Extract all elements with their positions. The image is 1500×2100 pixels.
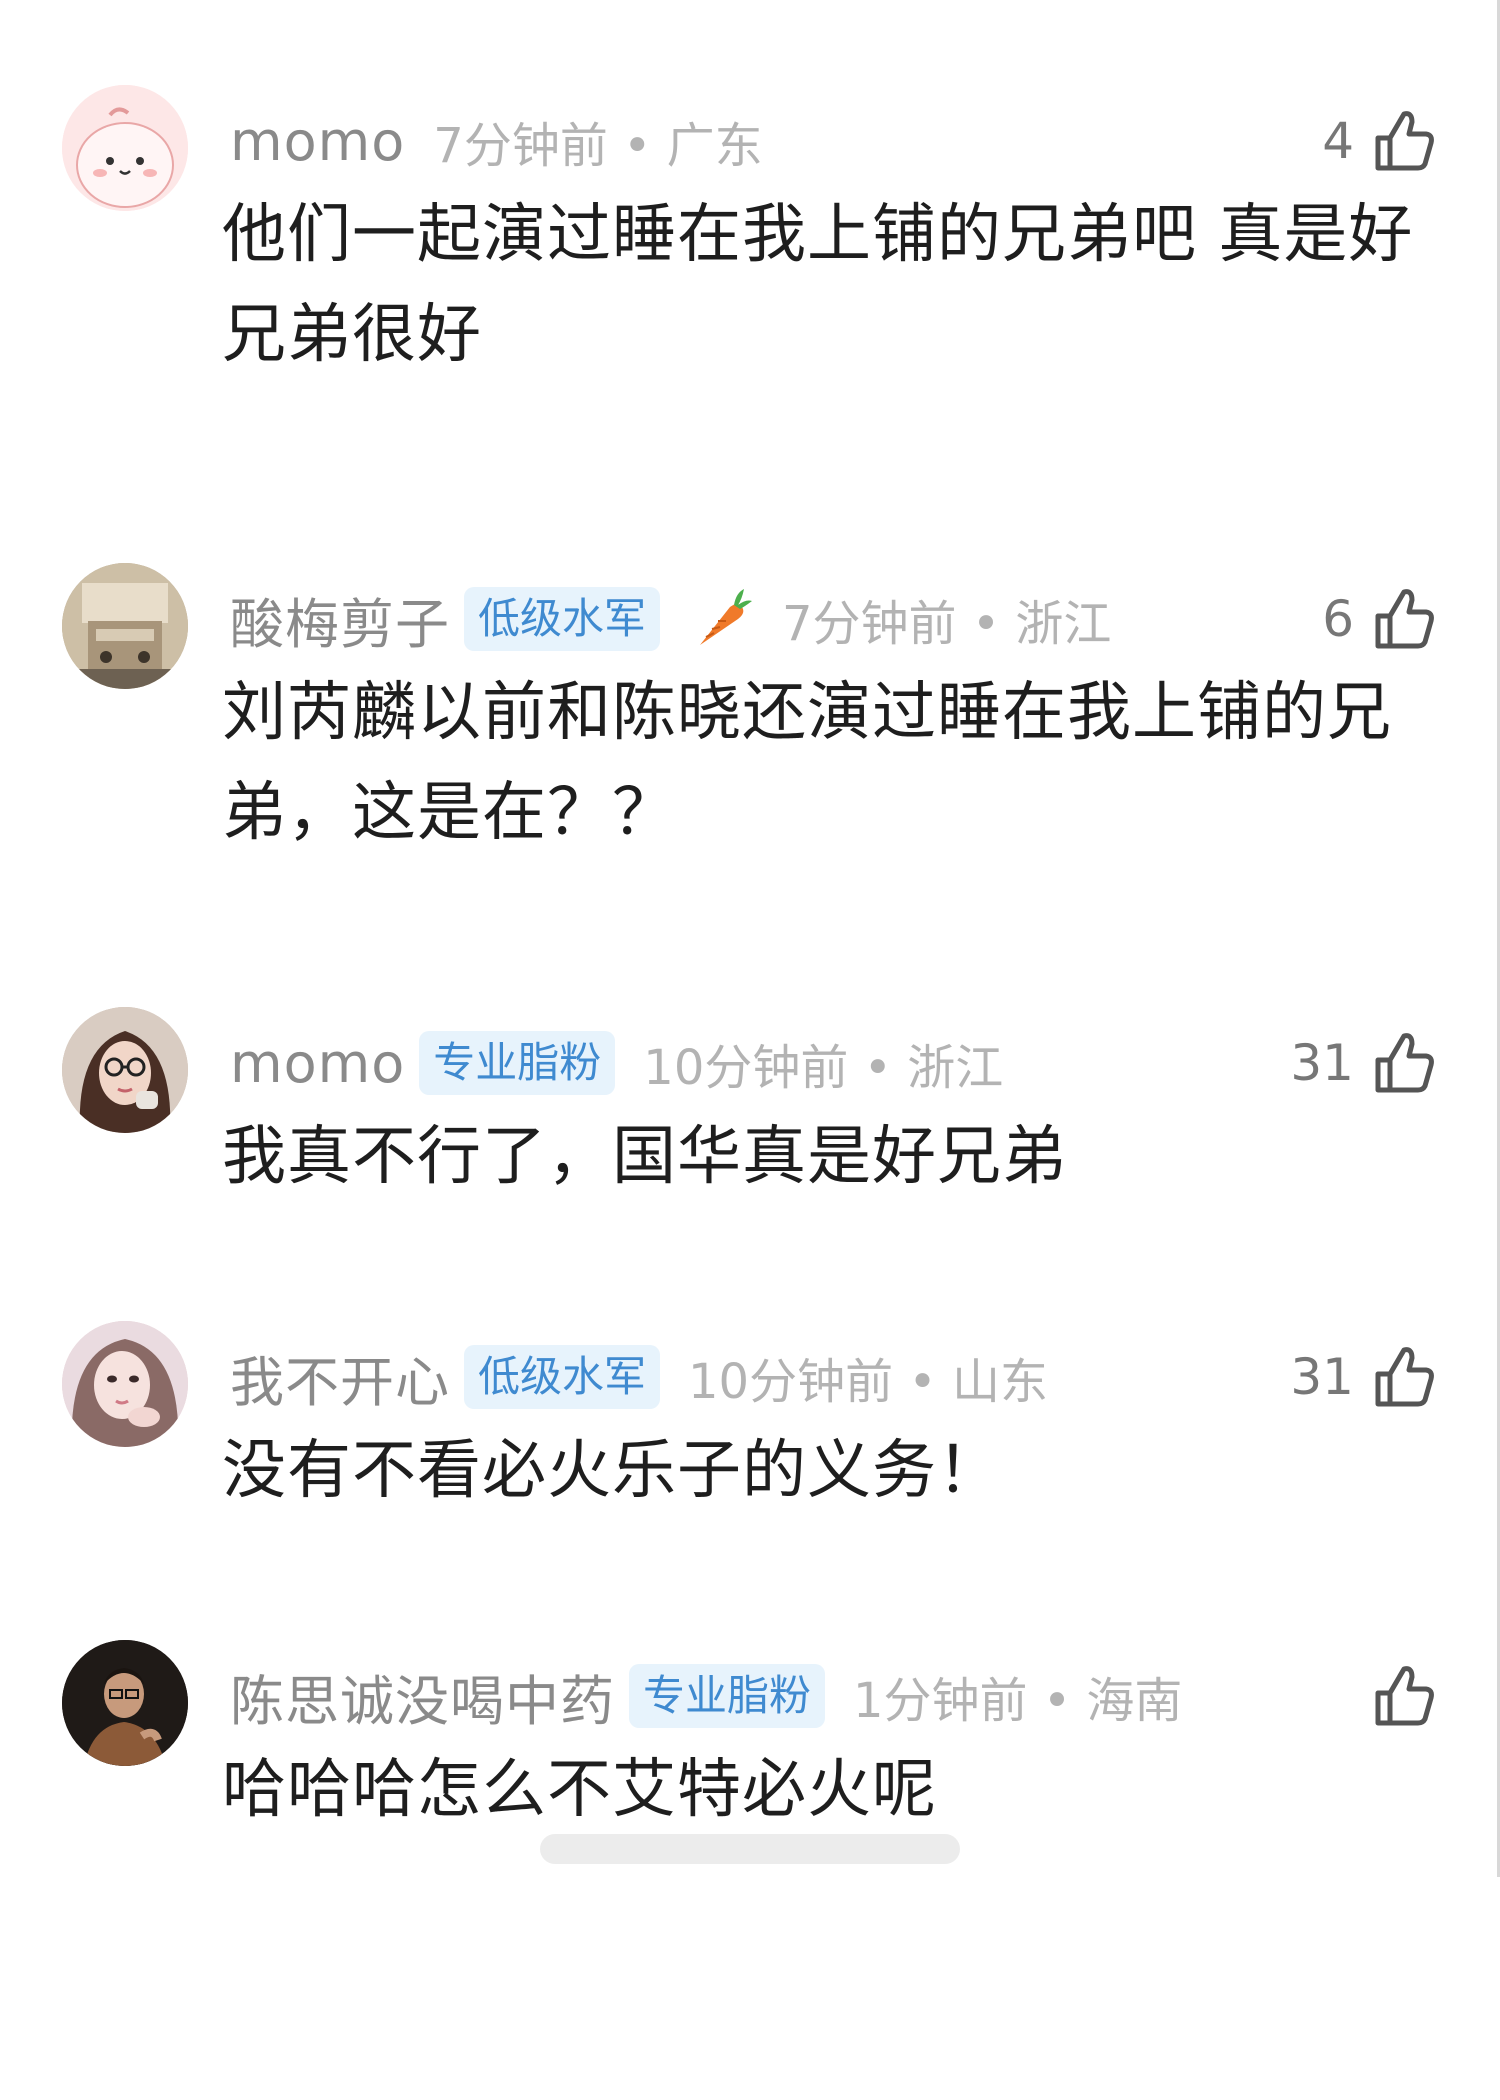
username[interactable]: 陈思诚没喝中药 <box>230 1657 615 1736</box>
thumbs-up-icon[interactable] <box>1368 1661 1438 1731</box>
comment-item: 陈思诚没喝中药 专业脂粉 1分钟前 • 海南 哈哈哈怎么不艾特必火呢 <box>0 1640 1500 2100</box>
timestamp-location: 1分钟前 • 海南 <box>853 1661 1182 1731</box>
username[interactable]: 酸梅剪子 <box>230 580 450 659</box>
carrot-icon <box>686 585 754 653</box>
thumbs-up-icon[interactable] <box>1368 1342 1438 1412</box>
separator-dot: • <box>623 118 652 174</box>
avatar[interactable] <box>62 1321 188 1447</box>
timestamp: 7分钟前 <box>433 118 608 174</box>
photo-avatar-girl <box>62 1321 188 1447</box>
timestamp-location: 10分钟前 • 山东 <box>688 1342 1048 1412</box>
comment-meta: 酸梅剪子 低级水军 7分钟前 • 浙江 <box>230 579 1440 659</box>
like-count: 4 <box>1322 112 1354 170</box>
location: 广东 <box>666 118 763 174</box>
comment-meta: 我不开心 低级水军 10分钟前 • 山东 <box>230 1337 1440 1417</box>
username[interactable]: 我不开心 <box>230 1338 450 1417</box>
username[interactable]: momo <box>230 110 405 173</box>
comment-item: 酸梅剪子 低级水军 7分钟前 • 浙江 6 刘芮麟以前和陈晓还演过睡在我上铺的兄… <box>0 563 1500 1023</box>
timestamp: 10分钟前 <box>688 1354 894 1410</box>
comment-text: 刘芮麟以前和陈晓还演过睡在我上铺的兄弟，这是在？？ <box>222 676 1392 850</box>
separator-dot: • <box>971 596 1001 652</box>
user-level-badge: 低级水军 <box>464 1345 661 1409</box>
location: 浙江 <box>1015 596 1112 652</box>
comment-meta: momo 7分钟前 • 广东 <box>230 101 1440 181</box>
avatar[interactable] <box>62 563 188 689</box>
comment-meta: 陈思诚没喝中药 专业脂粉 1分钟前 • 海南 <box>230 1656 1440 1736</box>
comment-text: 哈哈哈怎么不艾特必火呢 <box>222 1753 937 1827</box>
separator-dot: • <box>1042 1673 1072 1729</box>
like-area: 4 <box>1322 101 1438 181</box>
timestamp: 7分钟前 <box>782 596 957 652</box>
avatar[interactable] <box>62 1640 188 1766</box>
user-level-badge: 低级水军 <box>464 587 661 651</box>
like-area: 31 <box>1290 1337 1438 1417</box>
location: 浙江 <box>907 1040 1004 1096</box>
user-level-badge: 专业脂粉 <box>629 1664 826 1728</box>
location: 海南 <box>1086 1673 1183 1729</box>
avatar[interactable] <box>62 1007 188 1133</box>
comment-item: momo 7分钟前 • 广东 4 他们一起演过睡在我上铺的兄弟吧 真是好兄弟很好 <box>0 85 1500 545</box>
username[interactable]: momo <box>230 1032 405 1095</box>
timestamp-location: 7分钟前 • 广东 <box>433 106 762 176</box>
like-area: 31 <box>1290 1023 1438 1103</box>
user-level-badge: 专业脂粉 <box>419 1031 616 1095</box>
pink-cartoon-avatar <box>62 85 188 211</box>
like-count: 31 <box>1290 1034 1354 1092</box>
separator-dot: • <box>908 1354 937 1410</box>
thumbs-up-icon[interactable] <box>1368 584 1438 654</box>
like-area: 6 <box>1322 579 1438 659</box>
like-count: 31 <box>1290 1348 1354 1406</box>
like-area <box>1354 1656 1438 1736</box>
separator-dot: • <box>863 1040 892 1096</box>
comment-text: 我真不行了，国华真是好兄弟 <box>222 1120 1067 1194</box>
timestamp: 1分钟前 <box>853 1673 1028 1729</box>
timestamp-location: 10分钟前 • 浙江 <box>643 1028 1003 1098</box>
thumbs-up-icon[interactable] <box>1368 106 1438 176</box>
photo-avatar-glasses-girl <box>62 1007 188 1133</box>
home-indicator <box>540 1834 960 1864</box>
like-count: 6 <box>1322 590 1354 648</box>
location: 山东 <box>951 1354 1048 1410</box>
photo-avatar-man-dark <box>62 1640 188 1766</box>
timestamp-location: 7分钟前 • 浙江 <box>782 584 1111 654</box>
comment-meta: momo 专业脂粉 10分钟前 • 浙江 <box>230 1023 1440 1103</box>
photo-avatar-boxes <box>62 563 188 689</box>
avatar[interactable] <box>62 85 188 211</box>
comment-text: 他们一起演过睡在我上铺的兄弟吧 真是好兄弟很好 <box>222 198 1414 372</box>
comment-text: 没有不看必火乐子的义务！ <box>222 1434 1002 1508</box>
timestamp: 10分钟前 <box>643 1040 849 1096</box>
thumbs-up-icon[interactable] <box>1368 1028 1438 1098</box>
